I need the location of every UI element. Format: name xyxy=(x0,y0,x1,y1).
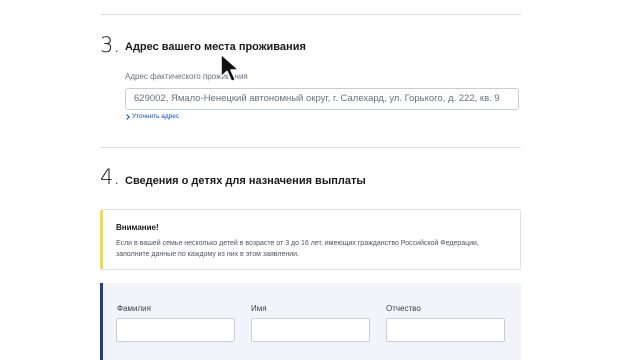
section-4-number: 4. xyxy=(100,165,121,189)
section-4-title: Сведения о детях для назначения выплаты xyxy=(125,175,366,187)
surname-label: Фамилия xyxy=(117,304,151,313)
notice-text: Если в вашей семье несколько детей в воз… xyxy=(116,240,479,258)
name-label: Имя xyxy=(251,304,267,313)
application-form-page: 3. Адрес вашего места проживания Адрес ф… xyxy=(0,0,640,360)
child-form-panel: Фамилия Имя Отчество xyxy=(100,283,521,360)
surname-input[interactable] xyxy=(116,318,235,342)
clarify-address-link[interactable]: Уточнить адрес xyxy=(124,113,180,121)
patronymic-input[interactable] xyxy=(386,318,505,342)
section-3-title: Адрес вашего места проживания xyxy=(125,41,306,53)
section-3-number: 3. xyxy=(100,33,121,57)
notice-title: Внимание! xyxy=(116,223,159,232)
patronymic-label: Отчество xyxy=(386,304,421,313)
section-divider-middle xyxy=(100,147,521,148)
address-input[interactable]: 629002, Ямало-Ненецкий автономный округ,… xyxy=(125,88,519,110)
chevron-right-icon xyxy=(124,114,130,121)
attention-notice: Внимание! Если в вашей семье несколько д… xyxy=(100,209,521,270)
mouse-pointer-icon xyxy=(220,53,240,83)
name-input[interactable] xyxy=(251,318,370,342)
clarify-address-label: Уточнить адрес xyxy=(132,113,180,120)
section-divider-top xyxy=(100,14,521,15)
